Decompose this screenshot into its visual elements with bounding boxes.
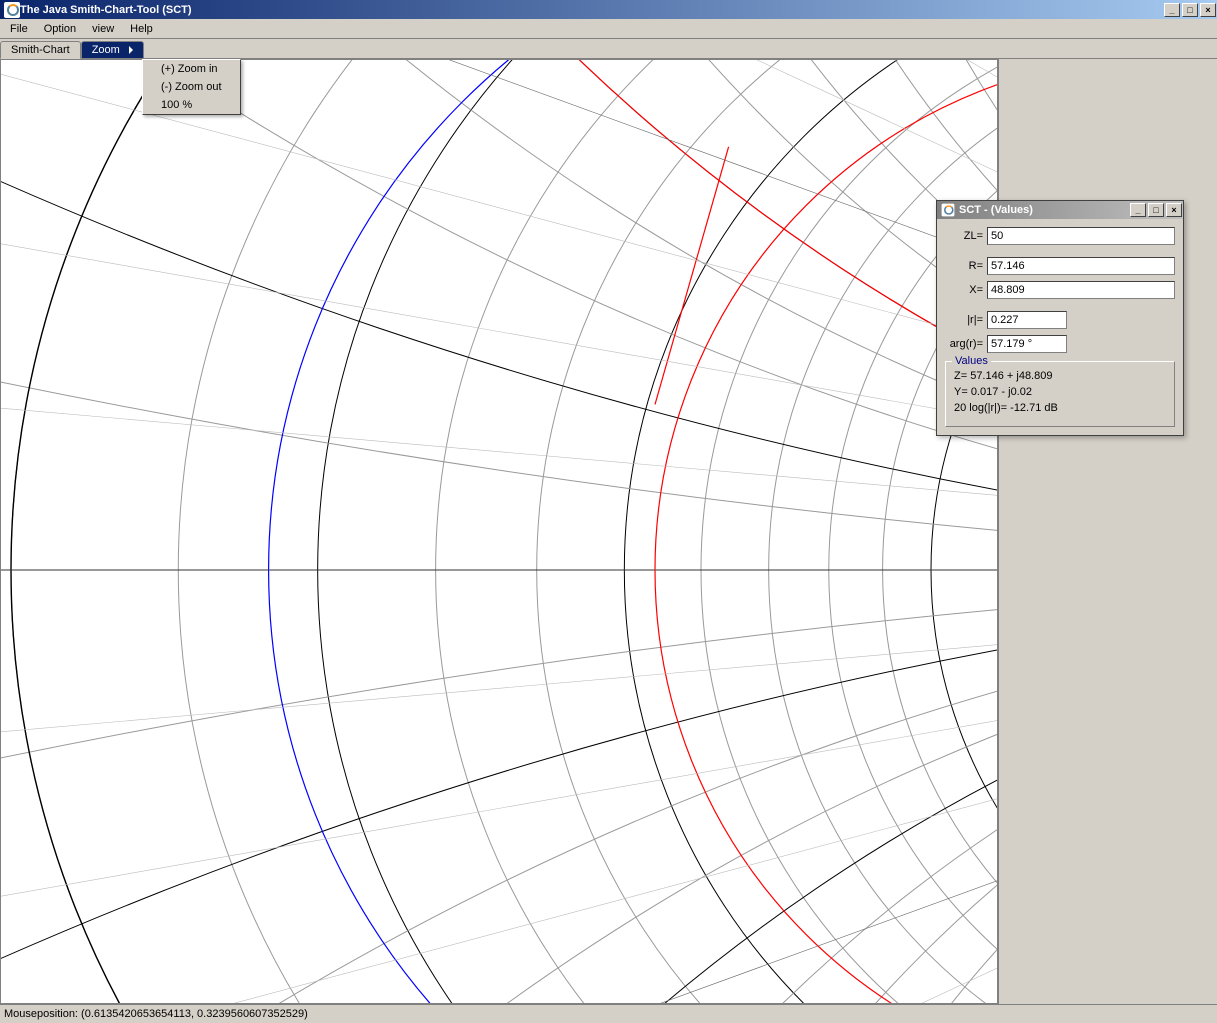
maximize-button[interactable]: □ — [1182, 3, 1198, 17]
refl-arg-label: arg(r)= — [945, 338, 987, 350]
refl-mag-input[interactable] — [987, 311, 1067, 329]
values-window: SCT - (Values) _ □ × ZL= R= X= |r|= arg(… — [936, 200, 1184, 436]
tab-smith-chart[interactable]: Smith-Chart — [0, 41, 81, 59]
menu-file[interactable]: File — [2, 21, 36, 37]
r-label: R= — [945, 260, 987, 272]
java-icon — [4, 2, 20, 18]
zoom-out-item[interactable]: (-) Zoom out — [143, 78, 240, 96]
main-titlebar: The Java Smith-Chart-Tool (SCT) _ □ × — [0, 0, 1217, 19]
values-title: SCT - (Values) — [959, 204, 1033, 216]
zl-input[interactable] — [987, 227, 1175, 245]
zoom-reset-item[interactable]: 100 % — [143, 96, 240, 114]
zl-label: ZL= — [945, 230, 987, 242]
tab-zoom[interactable]: Zoom — [81, 41, 144, 58]
menu-view[interactable]: view — [84, 21, 122, 37]
values-minimize-button[interactable]: _ — [1130, 203, 1146, 217]
x-input[interactable] — [987, 281, 1175, 299]
db-value-text: 20 log(|r|)= -12.71 dB — [954, 402, 1166, 414]
java-icon — [942, 204, 955, 217]
values-close-button[interactable]: × — [1166, 203, 1182, 217]
values-group: Z= 57.146 + j48.809 Y= 0.017 - j0.02 20 … — [945, 361, 1175, 427]
menu-option[interactable]: Option — [36, 21, 84, 37]
statusbar: Mouseposition: (0.6135420653654113, 0.32… — [0, 1004, 1217, 1023]
zoom-submenu: (+) Zoom in (-) Zoom out 100 % — [142, 59, 241, 115]
menu-help[interactable]: Help — [122, 21, 161, 37]
z-value-text: Z= 57.146 + j48.809 — [954, 370, 1166, 382]
zoom-in-item[interactable]: (+) Zoom in — [143, 60, 240, 78]
r-input[interactable] — [987, 257, 1175, 275]
refl-mag-label: |r|= — [945, 314, 987, 326]
tabstrip: Smith-Chart Zoom — [0, 39, 1217, 59]
mouse-position-text: Mouseposition: (0.6135420653654113, 0.32… — [4, 1008, 308, 1020]
close-button[interactable]: × — [1200, 3, 1216, 17]
values-titlebar[interactable]: SCT - (Values) _ □ × — [937, 201, 1183, 219]
chevron-right-icon — [129, 46, 133, 54]
minimize-button[interactable]: _ — [1164, 3, 1180, 17]
smith-chart-canvas[interactable] — [0, 59, 998, 1004]
window-title: The Java Smith-Chart-Tool (SCT) — [20, 4, 192, 16]
y-value-text: Y= 0.017 - j0.02 — [954, 386, 1166, 398]
values-maximize-button[interactable]: □ — [1148, 203, 1164, 217]
tab-zoom-label: Zoom — [92, 44, 120, 56]
tab-smith-label: Smith-Chart — [11, 44, 70, 56]
refl-arg-input[interactable] — [987, 335, 1067, 353]
x-label: X= — [945, 284, 987, 296]
menubar: File Option view Help — [0, 19, 1217, 39]
